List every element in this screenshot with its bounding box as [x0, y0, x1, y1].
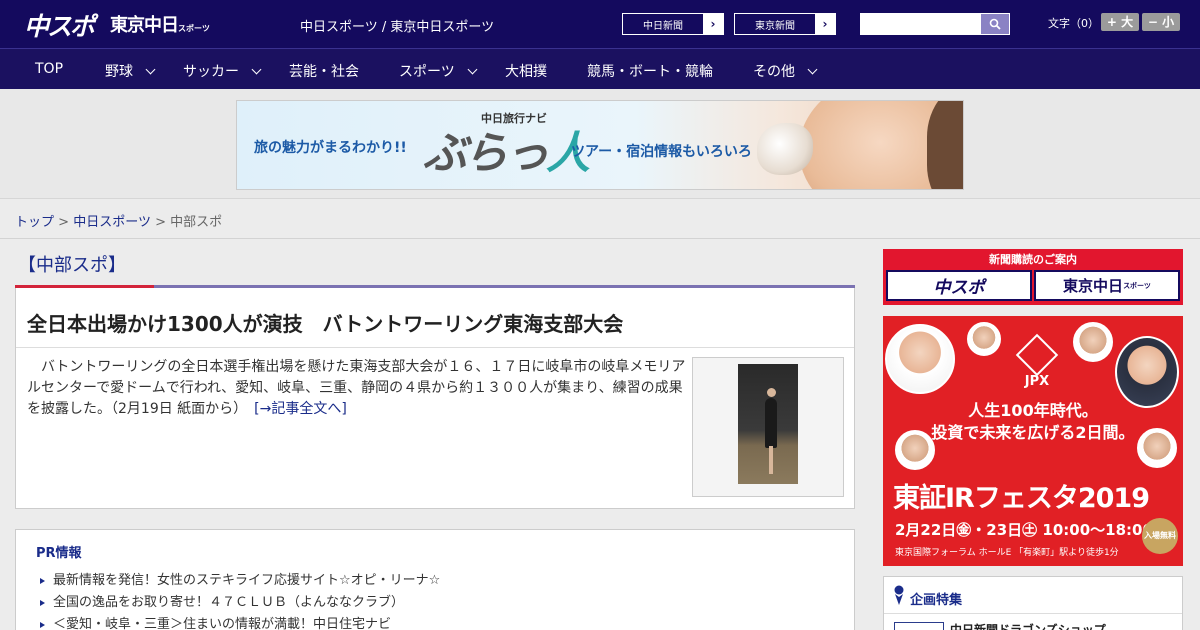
ad-person-photo	[1073, 322, 1113, 362]
banner-tail: ツアー・宿泊情報もいろいろ	[571, 144, 752, 160]
ad-person-photo	[1115, 336, 1179, 408]
banner-lead: 旅の魅力がまるわかり!!	[254, 140, 407, 156]
site-header: 中スポ 東京中日スポーツ 中日スポーツ / 東京中日スポーツ 中日新聞 › 東京…	[0, 0, 1200, 48]
banner-brand-main: ぶらっ	[423, 128, 549, 179]
breadcrumb-separator: >	[155, 215, 166, 230]
nav-item-other[interactable]: その他	[753, 61, 818, 81]
breadcrumb: トップ > 中日スポーツ > 中部スポ	[15, 211, 222, 230]
nav-item-baseball[interactable]: 野球	[105, 61, 156, 81]
pr-link[interactable]: 最新情報を発信！女性のステキライフ応援サイト☆オピ・リーナ☆	[40, 570, 440, 592]
pr-title: PR情報	[36, 546, 82, 561]
feature-item-thumbnail[interactable]	[894, 622, 944, 630]
breadcrumb-home[interactable]: トップ	[15, 215, 54, 230]
search-input[interactable]	[861, 14, 981, 34]
font-smaller-button[interactable]: − 小	[1142, 13, 1180, 31]
nav-label: サッカー	[183, 64, 239, 80]
ad-event-date: 2月22日㊎・23日㊏ 10:00～18:00	[895, 521, 1153, 539]
nav-label: 大相撲	[505, 64, 547, 80]
read-more-link[interactable]: [→記事全文へ]	[254, 401, 347, 417]
baton-photo-figure-leg	[769, 446, 773, 474]
tokyo-logo-suffix: スポーツ	[178, 24, 210, 33]
nav-label: 野球	[105, 64, 133, 80]
tokyo-subscribe-label: 東京中日	[1063, 277, 1124, 295]
nav-item-soccer[interactable]: サッカー	[183, 61, 262, 81]
tokyo-subscribe-suffix: スポーツ	[1123, 281, 1151, 290]
pr-list: 最新情報を発信！女性のステキライフ応援サイト☆オピ・リーナ☆ 全国の逸品をお取り…	[40, 570, 440, 630]
feature-box: 企画特集 中日新聞ドラゴンズショップ	[883, 576, 1183, 630]
nav-label: スポーツ	[399, 64, 455, 80]
nav-label: 芸能・社会	[289, 64, 359, 80]
article-headline[interactable]: 全日本出場かけ1300人が演技 バトントワーリング東海支部大会	[27, 308, 623, 337]
nav-label: 競馬・ボート・競輪	[587, 64, 713, 80]
divider	[884, 613, 1182, 614]
divider	[0, 238, 1200, 239]
article-thumbnail[interactable]	[692, 357, 844, 497]
pr-link[interactable]: 全国の逸品をお取り寄せ！４７ＣＬＵＢ（よんななクラブ）	[40, 592, 440, 614]
nav-label: その他	[753, 64, 795, 80]
font-larger-button[interactable]: + 大	[1101, 13, 1139, 31]
nav-item-entertainment[interactable]: 芸能・社会	[289, 61, 359, 81]
banner-model-hair	[927, 101, 963, 189]
search-button[interactable]	[981, 14, 1009, 34]
award-ribbon-icon	[894, 585, 904, 605]
jpx-mark-icon	[1015, 333, 1059, 377]
tokyo-chunichi-logo[interactable]: 東京中日スポーツ	[110, 11, 210, 37]
nav-item-sumo[interactable]: 大相撲	[505, 61, 547, 81]
site-tagline: 中日スポーツ / 東京中日スポーツ	[300, 20, 495, 35]
subscription-banner[interactable]: 新聞購読のご案内 中スポ 東京中日 スポーツ	[883, 249, 1183, 305]
jpx-label: JPX	[1024, 374, 1050, 389]
ad-headline-1: 人生100年時代。	[968, 401, 1098, 420]
chuspo-logo[interactable]: 中スポ	[24, 7, 95, 43]
chunichi-shimbun-label: 中日新聞	[643, 20, 683, 32]
breadcrumb-current: 中部スポ	[170, 215, 223, 230]
chuspo-subscribe-button[interactable]: 中スポ	[886, 270, 1032, 301]
pr-box: PR情報 最新情報を発信！女性のステキライフ応援サイト☆オピ・リーナ☆ 全国の逸…	[15, 529, 855, 630]
baton-photo-figure-head	[767, 388, 776, 397]
chevron-down-icon	[145, 64, 156, 75]
ad-person-photo	[967, 322, 1001, 356]
chunichi-shimbun-button[interactable]: 中日新聞 ›	[622, 13, 724, 35]
search-box[interactable]	[860, 13, 1010, 35]
nav-item-top[interactable]: TOP	[35, 61, 63, 77]
baton-photo-figure	[765, 398, 777, 448]
free-entry-badge: 入場無料	[1142, 518, 1178, 554]
banner-brand: ぶらっ人	[423, 117, 590, 181]
chevron-right-icon: ›	[703, 14, 723, 34]
nav-item-sports[interactable]: スポーツ	[399, 61, 478, 81]
article-summary: バトントワーリングの全日本選手権出場を懸けた東海支部大会が１６、１７日に岐阜市の…	[27, 359, 686, 417]
section-title: 【中部スポ】	[18, 255, 126, 276]
tokyo-chunichi-subscribe-button[interactable]: 東京中日 スポーツ	[1034, 270, 1180, 301]
feature-title: 企画特集	[910, 593, 963, 608]
ad-person-photo	[885, 324, 955, 394]
ad-headline-2: 投資で未来を広げる2日間。	[931, 423, 1135, 442]
search-icon	[989, 18, 1001, 30]
chevron-down-icon	[251, 64, 262, 75]
article-body: バトントワーリングの全日本選手権出場を懸けた東海支部大会が１６、１７日に岐阜市の…	[27, 357, 687, 420]
ad-event-venue: 東京国際フォーラム ホールE 「有楽町」駅より徒歩1分	[895, 548, 1119, 558]
ir-festa-ad[interactable]: JPX 人生100年時代。 投資で未来を広げる2日間。 東証IRフェスタ2019…	[883, 316, 1183, 566]
nav-item-racing[interactable]: 競馬・ボート・競輪	[587, 61, 713, 81]
main-nav: TOP 野球 サッカー 芸能・社会 スポーツ 大相撲 競馬・ボート・競輪 その他	[0, 48, 1200, 89]
ad-band: 旅の魅力がまるわかり!! 中日旅行ナビ ぶらっ人 ツアー・宿泊情報もいろいろ	[0, 89, 1200, 199]
breadcrumb-section[interactable]: 中日スポーツ	[73, 215, 151, 230]
ad-event-name: 東証IRフェスタ2019	[893, 483, 1150, 514]
jpx-logo: JPX	[1015, 333, 1059, 389]
travel-banner-ad[interactable]: 旅の魅力がまるわかり!! 中日旅行ナビ ぶらっ人 ツアー・宿泊情報もいろいろ	[236, 100, 964, 190]
feature-item-link[interactable]: 中日新聞ドラゴンズショップ	[950, 621, 1106, 630]
tokyo-logo-text: 東京中日	[110, 15, 179, 36]
tokyo-shimbun-label: 東京新聞	[755, 20, 795, 32]
breadcrumb-separator: >	[58, 215, 70, 230]
pr-link[interactable]: ＜愛知・岐阜・三重＞住まいの情報が満載！中日住宅ナビ	[40, 614, 440, 630]
divider	[16, 347, 854, 348]
nav-label: TOP	[35, 61, 64, 77]
chevron-right-icon: ›	[815, 14, 835, 34]
article-card: 全日本出場かけ1300人が演技 バトントワーリング東海支部大会 バトントワーリン…	[15, 288, 855, 509]
chevron-down-icon	[467, 64, 478, 75]
chevron-down-icon	[807, 64, 818, 75]
tokyo-shimbun-button[interactable]: 東京新聞 ›	[734, 13, 836, 35]
subscription-caption: 新聞購読のご案内	[989, 253, 1077, 266]
font-size-label: 文字（0）	[1048, 17, 1099, 30]
banner-shell-image	[757, 123, 813, 175]
